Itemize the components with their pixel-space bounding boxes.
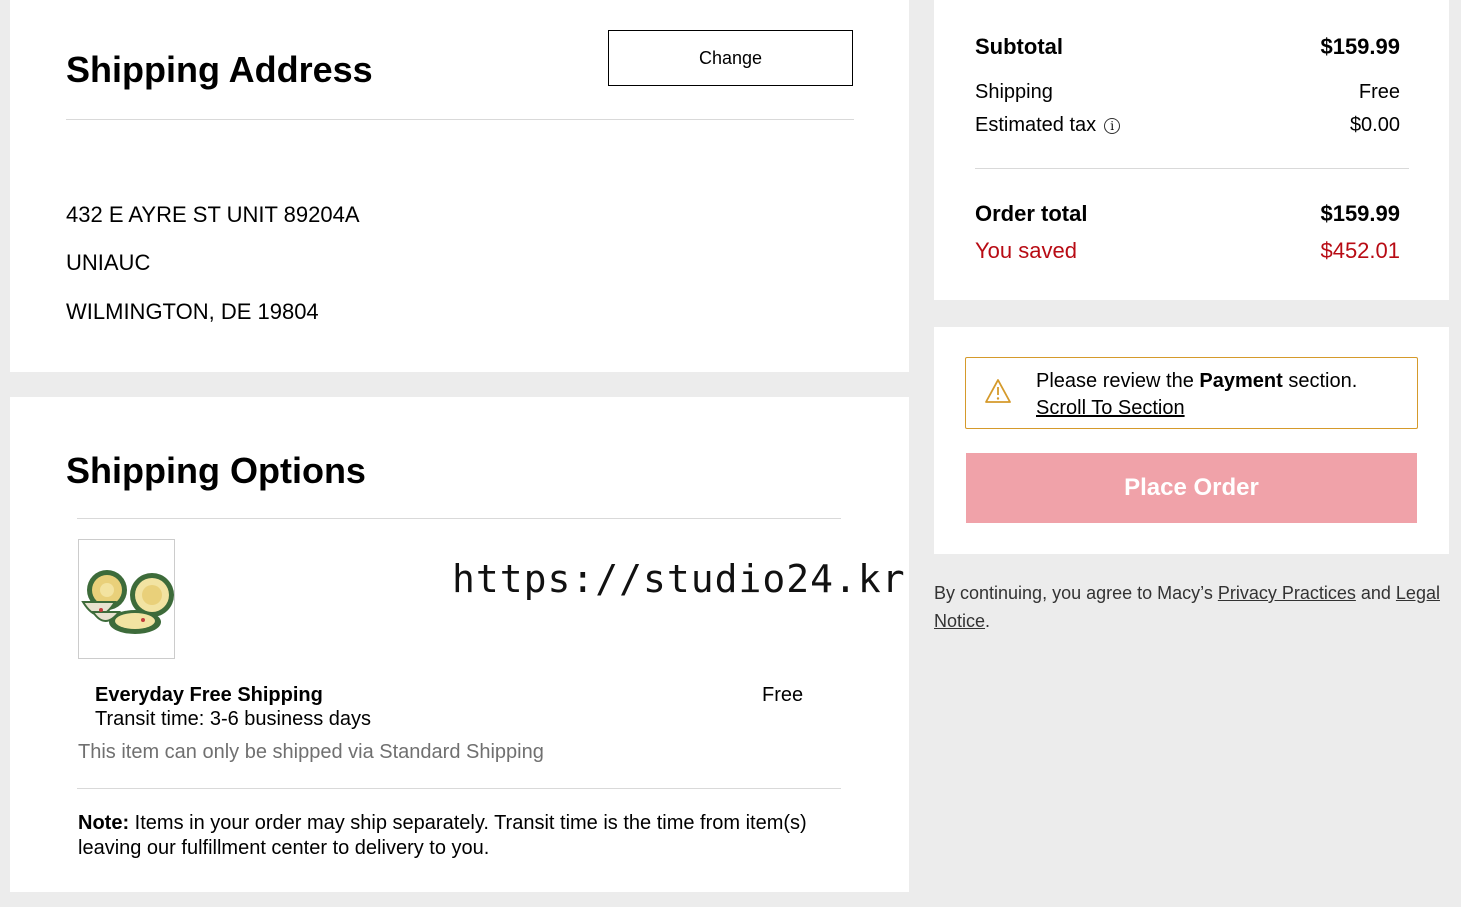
order-total-value: $159.99 bbox=[1320, 201, 1400, 226]
address-line-2: UNIAUC bbox=[66, 250, 151, 275]
subtotal-row: Subtotal $159.99 bbox=[975, 34, 1400, 60]
payment-review-alert: Please review the Payment section. Scrol… bbox=[965, 357, 1418, 429]
place-order-panel: Please review the Payment section. Scrol… bbox=[934, 327, 1449, 554]
order-total-label: Order total bbox=[975, 201, 1088, 226]
shipping-cost-row: Shipping Free bbox=[975, 81, 1400, 104]
shipping-transit-time: Transit time: 3-6 business days bbox=[95, 708, 372, 730]
product-image[interactable] bbox=[78, 539, 175, 659]
place-order-button[interactable]: Place Order bbox=[966, 453, 1417, 523]
estimated-tax-row: Estimated tax i $0.00 bbox=[975, 114, 1400, 137]
warning-icon bbox=[985, 379, 1011, 403]
alert-message: Please review the Payment section. Scrol… bbox=[1036, 368, 1357, 422]
shipping-restriction-text: This item can only be shipped via Standa… bbox=[78, 741, 544, 763]
order-summary-panel: Subtotal $159.99 Shipping Free Estimated… bbox=[934, 0, 1449, 300]
alert-prefix: Please review the bbox=[1036, 370, 1200, 392]
divider bbox=[66, 119, 854, 120]
order-total-row: Order total $159.99 bbox=[975, 201, 1400, 227]
address-line-3: WILMINGTON, DE 19804 bbox=[66, 299, 319, 324]
savings-row: You saved $452.01 bbox=[975, 238, 1400, 264]
legal-prefix: By continuing, you agree to Macy’s bbox=[934, 583, 1218, 603]
shipping-address-title: Shipping Address bbox=[66, 49, 373, 90]
info-icon[interactable]: i bbox=[1104, 118, 1121, 134]
change-address-button[interactable]: Change bbox=[608, 30, 853, 86]
subtotal-value: $159.99 bbox=[1320, 34, 1400, 59]
shipping-options-title: Shipping Options bbox=[66, 450, 366, 491]
alert-suffix: section. bbox=[1282, 370, 1358, 392]
alert-bold: Payment bbox=[1199, 370, 1283, 392]
address-line-1: 432 E AYRE ST UNIT 89204A bbox=[66, 202, 360, 227]
shipping-method-price: Free bbox=[762, 684, 804, 706]
shipping-cost-label: Shipping bbox=[975, 81, 1053, 103]
legal-middle: and bbox=[1355, 583, 1396, 603]
estimated-tax-label-wrap: Estimated tax i bbox=[975, 114, 1121, 137]
savings-label: You saved bbox=[975, 238, 1077, 263]
shipping-cost-value: Free bbox=[1358, 81, 1400, 103]
divider bbox=[77, 788, 841, 789]
savings-value: $452.01 bbox=[1320, 238, 1400, 263]
divider bbox=[77, 518, 841, 519]
privacy-practices-link[interactable]: Privacy Practices bbox=[1218, 583, 1356, 603]
scroll-to-section-link[interactable]: Scroll To Section bbox=[1036, 397, 1185, 419]
shipping-options-panel: Shipping Options https://studio24.kr Eve… bbox=[10, 397, 909, 892]
divider bbox=[975, 168, 1409, 169]
estimated-tax-label: Estimated tax bbox=[975, 114, 1097, 136]
legal-suffix: . bbox=[985, 611, 991, 631]
shipping-address-panel: Shipping Address Change 432 E AYRE ST UN… bbox=[10, 0, 909, 372]
estimated-tax-value: $0.00 bbox=[1349, 114, 1400, 136]
legal-notice-text: By continuing, you agree to Macy’s Priva… bbox=[934, 579, 1449, 635]
shipping-method-name: Everyday Free Shipping bbox=[95, 684, 323, 706]
watermark-url: https://studio24.kr bbox=[452, 557, 906, 601]
subtotal-label: Subtotal bbox=[975, 34, 1063, 59]
dinnerware-set-image bbox=[81, 570, 174, 634]
note-text: Items in your order may ship separately.… bbox=[78, 812, 807, 859]
shipping-note: Note: Items in your order may ship separ… bbox=[78, 811, 808, 861]
note-label: Note: bbox=[78, 812, 130, 834]
